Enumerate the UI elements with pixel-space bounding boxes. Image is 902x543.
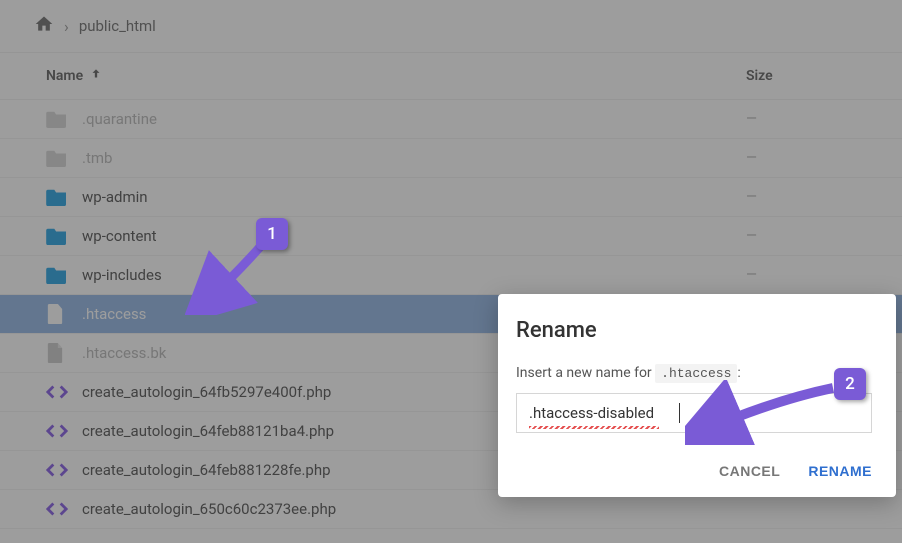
file-name: wp-includes [72, 266, 746, 284]
file-name: .quarantine [72, 110, 746, 128]
spellcheck-underline [529, 426, 659, 429]
code-icon [46, 384, 72, 400]
table-row[interactable]: .tmb— [0, 139, 902, 178]
table-row[interactable]: wp-admin— [0, 178, 902, 217]
column-name[interactable]: Name [46, 67, 746, 85]
code-icon [46, 423, 72, 439]
sort-ascending-icon [89, 67, 103, 85]
file-name: wp-admin [72, 188, 746, 206]
folder-icon [46, 149, 72, 167]
file-icon [46, 304, 72, 324]
dialog-title: Rename [516, 318, 872, 343]
column-size[interactable]: Size [746, 68, 856, 84]
file-name: .tmb [72, 149, 746, 167]
folder-icon [46, 110, 72, 128]
file-name: wp-content [72, 227, 746, 245]
folder-icon [46, 227, 72, 245]
file-size: — [746, 267, 856, 283]
file-size: — [746, 111, 856, 127]
table-header: Name Size [0, 53, 902, 100]
folder-icon [46, 266, 72, 284]
cancel-button[interactable]: CANCEL [719, 463, 780, 479]
table-row[interactable]: .quarantine— [0, 100, 902, 139]
file-size: — [746, 189, 856, 205]
annotation-badge-2: 2 [834, 368, 866, 400]
code-icon [46, 501, 72, 517]
code-icon [46, 462, 72, 478]
file-icon [46, 343, 72, 363]
text-caret [679, 403, 680, 423]
breadcrumb-current[interactable]: public_html [79, 17, 156, 35]
annotation-badge-1: 1 [256, 218, 288, 250]
home-icon[interactable] [34, 14, 54, 38]
table-row[interactable]: wp-includes— [0, 256, 902, 295]
breadcrumb: › public_html [0, 0, 902, 53]
target-filename: .htaccess [655, 364, 737, 383]
file-name: create_autologin_650c60c2373ee.php [72, 500, 746, 518]
table-row[interactable]: wp-content— [0, 217, 902, 256]
rename-button[interactable]: RENAME [808, 463, 872, 479]
file-size: — [746, 150, 856, 166]
file-size: — [746, 228, 856, 244]
folder-icon [46, 188, 72, 206]
chevron-right-icon: › [64, 17, 69, 36]
dialog-prompt: Insert a new name for .htaccess: [516, 365, 872, 381]
